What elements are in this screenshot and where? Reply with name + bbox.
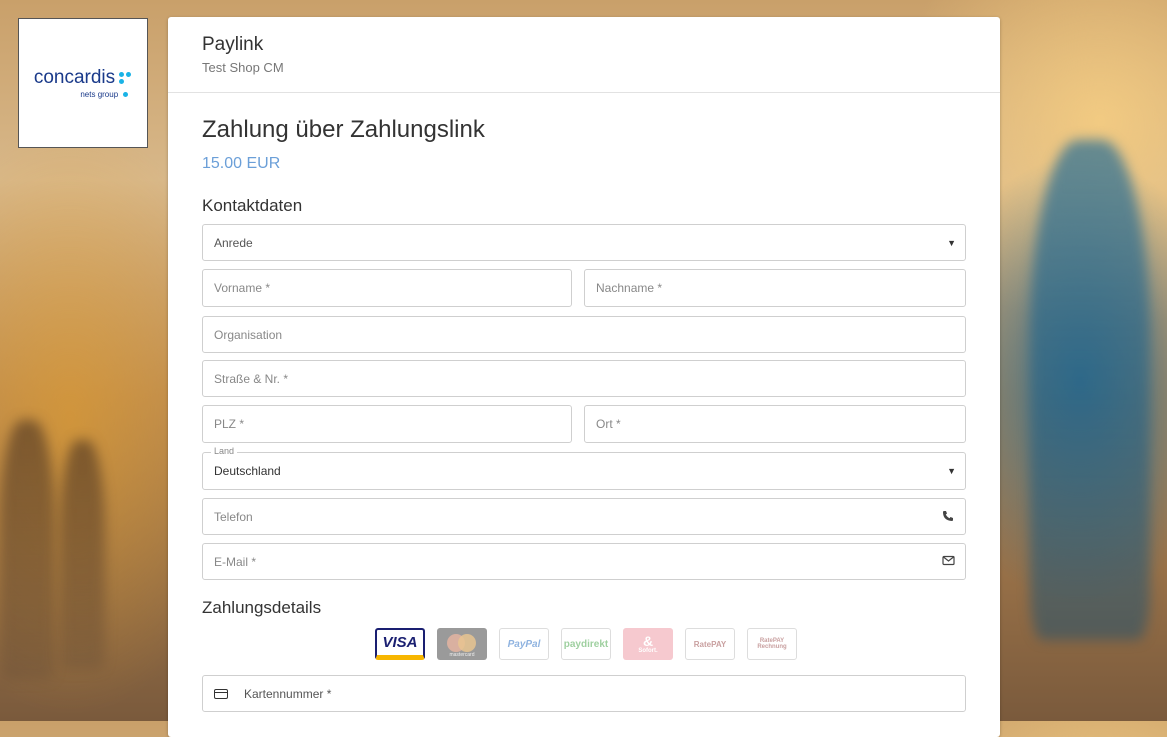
background-photo-person [60,440,105,670]
payment-section-title: Zahlungsdetails [202,598,322,617]
street-input[interactable]: Straße & Nr. * [202,360,966,397]
zip-placeholder: PLZ * [214,417,245,431]
zip-input[interactable]: PLZ * [202,405,572,443]
city-input[interactable]: Ort * [584,405,966,443]
firstname-input[interactable]: Vorname * [202,269,572,307]
salutation-value: Anrede [214,235,253,250]
envelope-icon [941,555,955,569]
email-placeholder: E-Mail * [214,554,257,569]
contact-section-title: Kontaktdaten [202,196,303,215]
lastname-placeholder: Nachname * [596,281,663,295]
card-number-input[interactable]: Kartennummer * [202,675,966,712]
paydirekt-label: paydirekt [563,638,609,650]
phone-icon [941,510,955,524]
organisation-input[interactable]: Organisation [202,316,966,353]
country-value: Deutschland [214,464,281,478]
country-select[interactable]: Land Deutschland ▼ [202,446,966,490]
card-number-placeholder: Kartennummer * [244,686,332,701]
caret-down-icon: ▼ [947,466,956,476]
visa-logo[interactable]: VISA [375,628,425,660]
phone-input[interactable]: Telefon [202,498,966,535]
payment-methods: VISA mastercard PayPal paydirekt & Sofor… [375,628,797,660]
payment-amount: 15.00 EUR [202,155,281,172]
paydirekt-logo[interactable]: paydirekt [561,628,611,660]
paypal-logo[interactable]: PayPal [499,628,549,660]
country-label: Land [211,446,238,456]
shop-name: Test Shop CM [202,59,284,75]
caret-down-icon: ▼ [947,238,956,248]
logo-dots-icon [118,71,132,85]
sofort-label: Sofort. [638,648,658,654]
credit-card-icon [214,688,228,699]
phone-placeholder: Telefon [214,509,253,524]
salutation-select[interactable]: Anrede ▼ [202,224,966,261]
concardis-logo[interactable]: concardis nets group [18,18,148,148]
firstname-placeholder: Vorname * [214,281,271,295]
card-header: Paylink Test Shop CM [168,17,1000,93]
background-photo-mannequin [1030,140,1150,640]
mastercard-circle [458,634,476,652]
mastercard-logo[interactable]: mastercard [437,628,487,660]
ratepay-label: RatePAY [693,639,727,649]
logo-wordmark: concardis [34,68,132,88]
ratepay-invoice-label: RatePAY Rechnung [757,638,787,650]
background-photo-person [0,420,55,680]
mastercard-label: mastercard [449,652,475,658]
city-placeholder: Ort * [596,417,621,431]
paypal-label: PayPal [507,638,541,650]
ratepay-logo[interactable]: RatePAY [685,628,735,660]
app-title: Paylink [202,34,264,55]
street-placeholder: Straße & Nr. * [214,371,289,386]
email-input[interactable]: E-Mail * [202,543,966,580]
sofort-icon: & [642,633,654,649]
lastname-input[interactable]: Nachname * [584,269,966,307]
organisation-placeholder: Organisation [214,327,283,342]
sofort-logo[interactable]: & Sofort. [623,628,673,660]
visa-label: VISA [382,634,418,651]
ratepay-invoice-logo[interactable]: RatePAY Rechnung [747,628,797,660]
logo-subtitle: nets group [34,90,132,99]
page-title: Zahlung über Zahlungslink [202,116,485,143]
